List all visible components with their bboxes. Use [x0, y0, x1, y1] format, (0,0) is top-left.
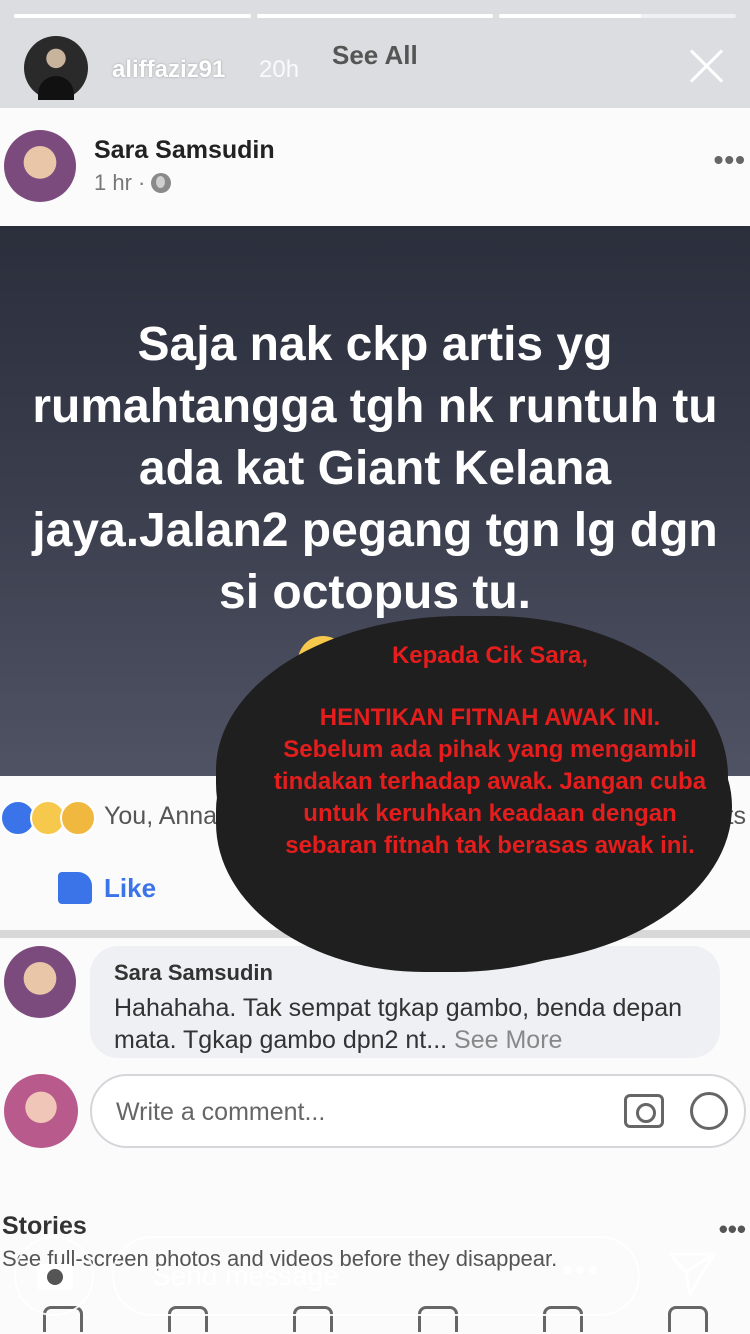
send-message-input[interactable]: Send message •••: [112, 1236, 640, 1316]
post-meta: 1 hr ·: [94, 170, 172, 196]
like-label: Like: [104, 872, 157, 903]
story-progress: [14, 14, 737, 18]
post-author-name: Sara Samsudin: [94, 136, 275, 164]
thumbs-up-icon: [58, 872, 92, 904]
post-image-text: Saja nak ckp artis yg rumahtangga tgh nk…: [32, 318, 718, 619]
story-user-avatar[interactable]: [24, 36, 88, 100]
see-more-link: See More: [454, 1026, 563, 1054]
overlay-message: Kepada Cik Sara, HENTIKAN FITNAH AWAK IN…: [270, 640, 710, 862]
viewer-avatar: [4, 1074, 78, 1148]
comment-author: Sara Samsudin: [114, 960, 273, 985]
comment-bubble: Sara Samsudin Hahahaha. Tak sempat tgkap…: [90, 946, 720, 1058]
camera-icon: [624, 1094, 664, 1128]
progress-segment: [14, 14, 251, 18]
camera-button[interactable]: [14, 1236, 94, 1316]
globe-icon: [151, 173, 172, 193]
see-all-link[interactable]: See All: [332, 40, 418, 71]
comment-text-wrap: Hahahaha. Tak sempat tgkap gambo, benda …: [114, 992, 704, 1056]
write-comment-field: Write a comment...: [90, 1074, 746, 1148]
post-time: 1 hr ·: [94, 170, 146, 195]
more-options-icon[interactable]: •••: [562, 1254, 600, 1288]
story-username[interactable]: aliffaziz91: [112, 56, 225, 84]
story-footer: Send message •••: [0, 1218, 750, 1334]
progress-segment: [499, 14, 737, 18]
overlay-greeting: Kepada Cik Sara,: [391, 642, 589, 669]
story-header: aliffaziz91 20h See All: [24, 36, 726, 102]
comment-text: Hahahaha. Tak sempat tgkap gambo, benda …: [114, 994, 683, 1054]
direct-share-icon[interactable]: [668, 1252, 716, 1296]
emoji-picker-icon: [690, 1092, 728, 1130]
reaction-icons: [0, 800, 96, 836]
progress-segment: [256, 14, 494, 18]
haha-reaction-icon: [60, 800, 96, 836]
commenter-avatar: [4, 946, 76, 1018]
post-more-icon: •••: [713, 144, 746, 175]
send-message-placeholder: Send message: [152, 1260, 339, 1291]
overlay-body: HENTIKAN FITNAH AWAK INI. Sebelum ada pi…: [273, 704, 707, 859]
story-time: 20h: [259, 56, 300, 83]
like-button: Like: [58, 872, 156, 904]
write-comment-placeholder: Write a comment...: [116, 1098, 326, 1126]
comment-section: Sara Samsudin Hahahaha. Tak sempat tgkap…: [0, 938, 750, 1188]
reactions-text: You, Anna: [104, 802, 218, 830]
post-header: Sara Samsudin 1 hr · •••: [0, 108, 750, 226]
post-author-avatar: [4, 130, 76, 202]
close-icon[interactable]: [686, 46, 726, 86]
